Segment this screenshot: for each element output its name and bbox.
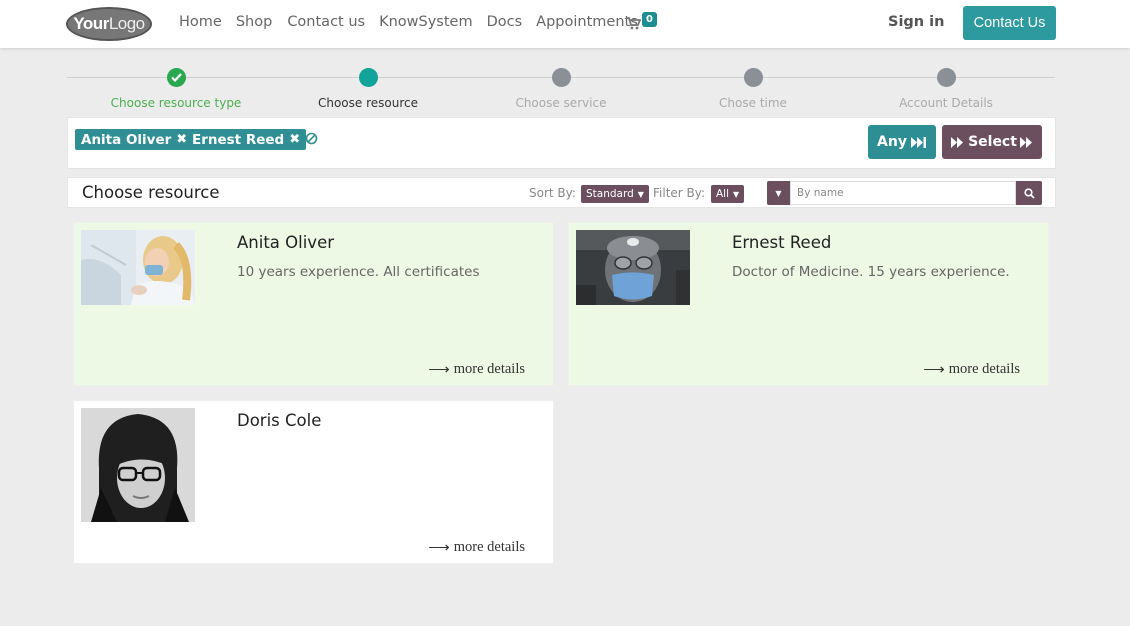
fast-forward-icon [1019, 136, 1032, 148]
filter-label: Filter By: [653, 186, 706, 200]
step-label: Choose resource [317, 96, 419, 110]
cart-count-badge: 0 [642, 12, 657, 27]
resource-description: 10 years experience. All certificates [237, 264, 480, 280]
long-arrow-right-icon: ⟶ [428, 540, 450, 556]
resource-card-ernest-reed[interactable]: Ernest Reed Doctor of Medicine. 15 years… [568, 222, 1049, 386]
filter-dropdown[interactable]: All ▼ [711, 185, 745, 203]
check-circle-icon [166, 68, 186, 87]
resource-name: Anita Oliver [237, 233, 335, 252]
select-button-label: Select [968, 134, 1017, 150]
step-account-details: Account Details [849, 68, 1043, 110]
cart-icon [626, 17, 641, 30]
step-dot [743, 68, 763, 87]
step-choose-service: Choose service [464, 68, 658, 110]
cart-link[interactable]: 0 [626, 12, 657, 30]
step-dot [936, 68, 956, 87]
logo-text-rest: Logo [108, 14, 145, 33]
page-title: Choose resource [82, 183, 220, 202]
selected-resources-panel: Anita Oliver ✖ Ernest Reed ✖ Any Select [67, 117, 1056, 169]
nav-link-shop[interactable]: Shop [236, 14, 272, 30]
selected-tag-anita-oliver[interactable]: Anita Oliver ✖ [75, 129, 194, 150]
long-arrow-right-icon: ⟶ [923, 362, 945, 378]
sort-label: Sort By: [529, 186, 576, 200]
main-menu: Home Shop Contact us KnowSystem Docs App… [179, 14, 652, 30]
filter-value: All [716, 188, 730, 200]
resource-card-doris-cole[interactable]: Doris Cole ⟶ more details [73, 400, 554, 564]
search-options-dropdown[interactable]: ▼ [767, 181, 790, 205]
sort-dropdown[interactable]: Standard ▼ [581, 185, 649, 203]
resource-photo [81, 408, 195, 522]
step-choose-resource-type[interactable]: Choose resource type [79, 68, 273, 110]
resource-photo [576, 230, 690, 305]
more-details-link[interactable]: ⟶ more details [428, 538, 525, 557]
step-dot [551, 68, 571, 87]
any-button[interactable]: Any [868, 125, 936, 159]
step-choose-resource: Choose resource [271, 68, 465, 110]
resource-card-anita-oliver[interactable]: Anita Oliver 10 years experience. All ce… [73, 222, 554, 386]
more-details-link[interactable]: ⟶ more details [428, 360, 525, 379]
step-dot-active [358, 68, 378, 87]
more-details-label: more details [453, 539, 525, 555]
sort-value: Standard [586, 188, 634, 200]
nav-link-docs[interactable]: Docs [487, 14, 523, 30]
contact-us-button[interactable]: Contact Us [963, 6, 1056, 40]
step-label: Chose time [719, 96, 787, 110]
select-button[interactable]: Select [942, 125, 1042, 159]
step-label: Account Details [899, 96, 993, 110]
nav-link-appointments[interactable]: Appointments [536, 14, 638, 30]
resource-description: Doctor of Medicine. 15 years experience. [732, 264, 1010, 280]
resource-name: Doris Cole [237, 411, 322, 430]
search-input[interactable] [790, 181, 1016, 205]
more-details-link[interactable]: ⟶ more details [923, 360, 1020, 379]
search-icon [1023, 187, 1035, 199]
search-button[interactable] [1016, 181, 1042, 205]
step-label: Choose service [515, 96, 607, 110]
resource-photo [81, 230, 195, 305]
step-chose-time: Chose time [656, 68, 850, 110]
tag-label: Ernest Reed [192, 131, 285, 148]
long-arrow-right-icon: ⟶ [428, 362, 450, 378]
more-details-label: more details [948, 361, 1020, 377]
sign-in-link[interactable]: Sign in [888, 14, 944, 30]
nav-link-home[interactable]: Home [179, 14, 222, 30]
more-details-label: more details [453, 361, 525, 377]
navbar: Your Logo Home Shop Contact us KnowSystem… [0, 0, 1130, 48]
resource-name: Ernest Reed [732, 233, 832, 252]
caret-down-icon: ▼ [775, 188, 782, 198]
resource-toolbar: Choose resource Sort By: Standard ▼ Filt… [67, 177, 1056, 208]
tag-label: Anita Oliver [81, 131, 172, 148]
fast-forward-icon [951, 136, 964, 148]
caret-down-icon: ▼ [733, 189, 740, 199]
fast-forward-end-icon [910, 136, 926, 148]
step-label: Choose resource type [110, 96, 242, 110]
selected-tag-ernest-reed[interactable]: Ernest Reed ✖ [186, 129, 307, 150]
nav-link-knowsystem[interactable]: KnowSystem [379, 14, 473, 30]
brand-logo[interactable]: Your Logo [66, 7, 152, 41]
caret-down-icon: ▼ [637, 189, 644, 199]
logo-text-bold: Your [73, 14, 109, 33]
remove-icon[interactable]: ✖ [289, 132, 300, 147]
clear-selection-icon[interactable] [305, 132, 318, 145]
nav-link-contact-us[interactable]: Contact us [287, 14, 365, 30]
any-button-label: Any [877, 134, 907, 150]
